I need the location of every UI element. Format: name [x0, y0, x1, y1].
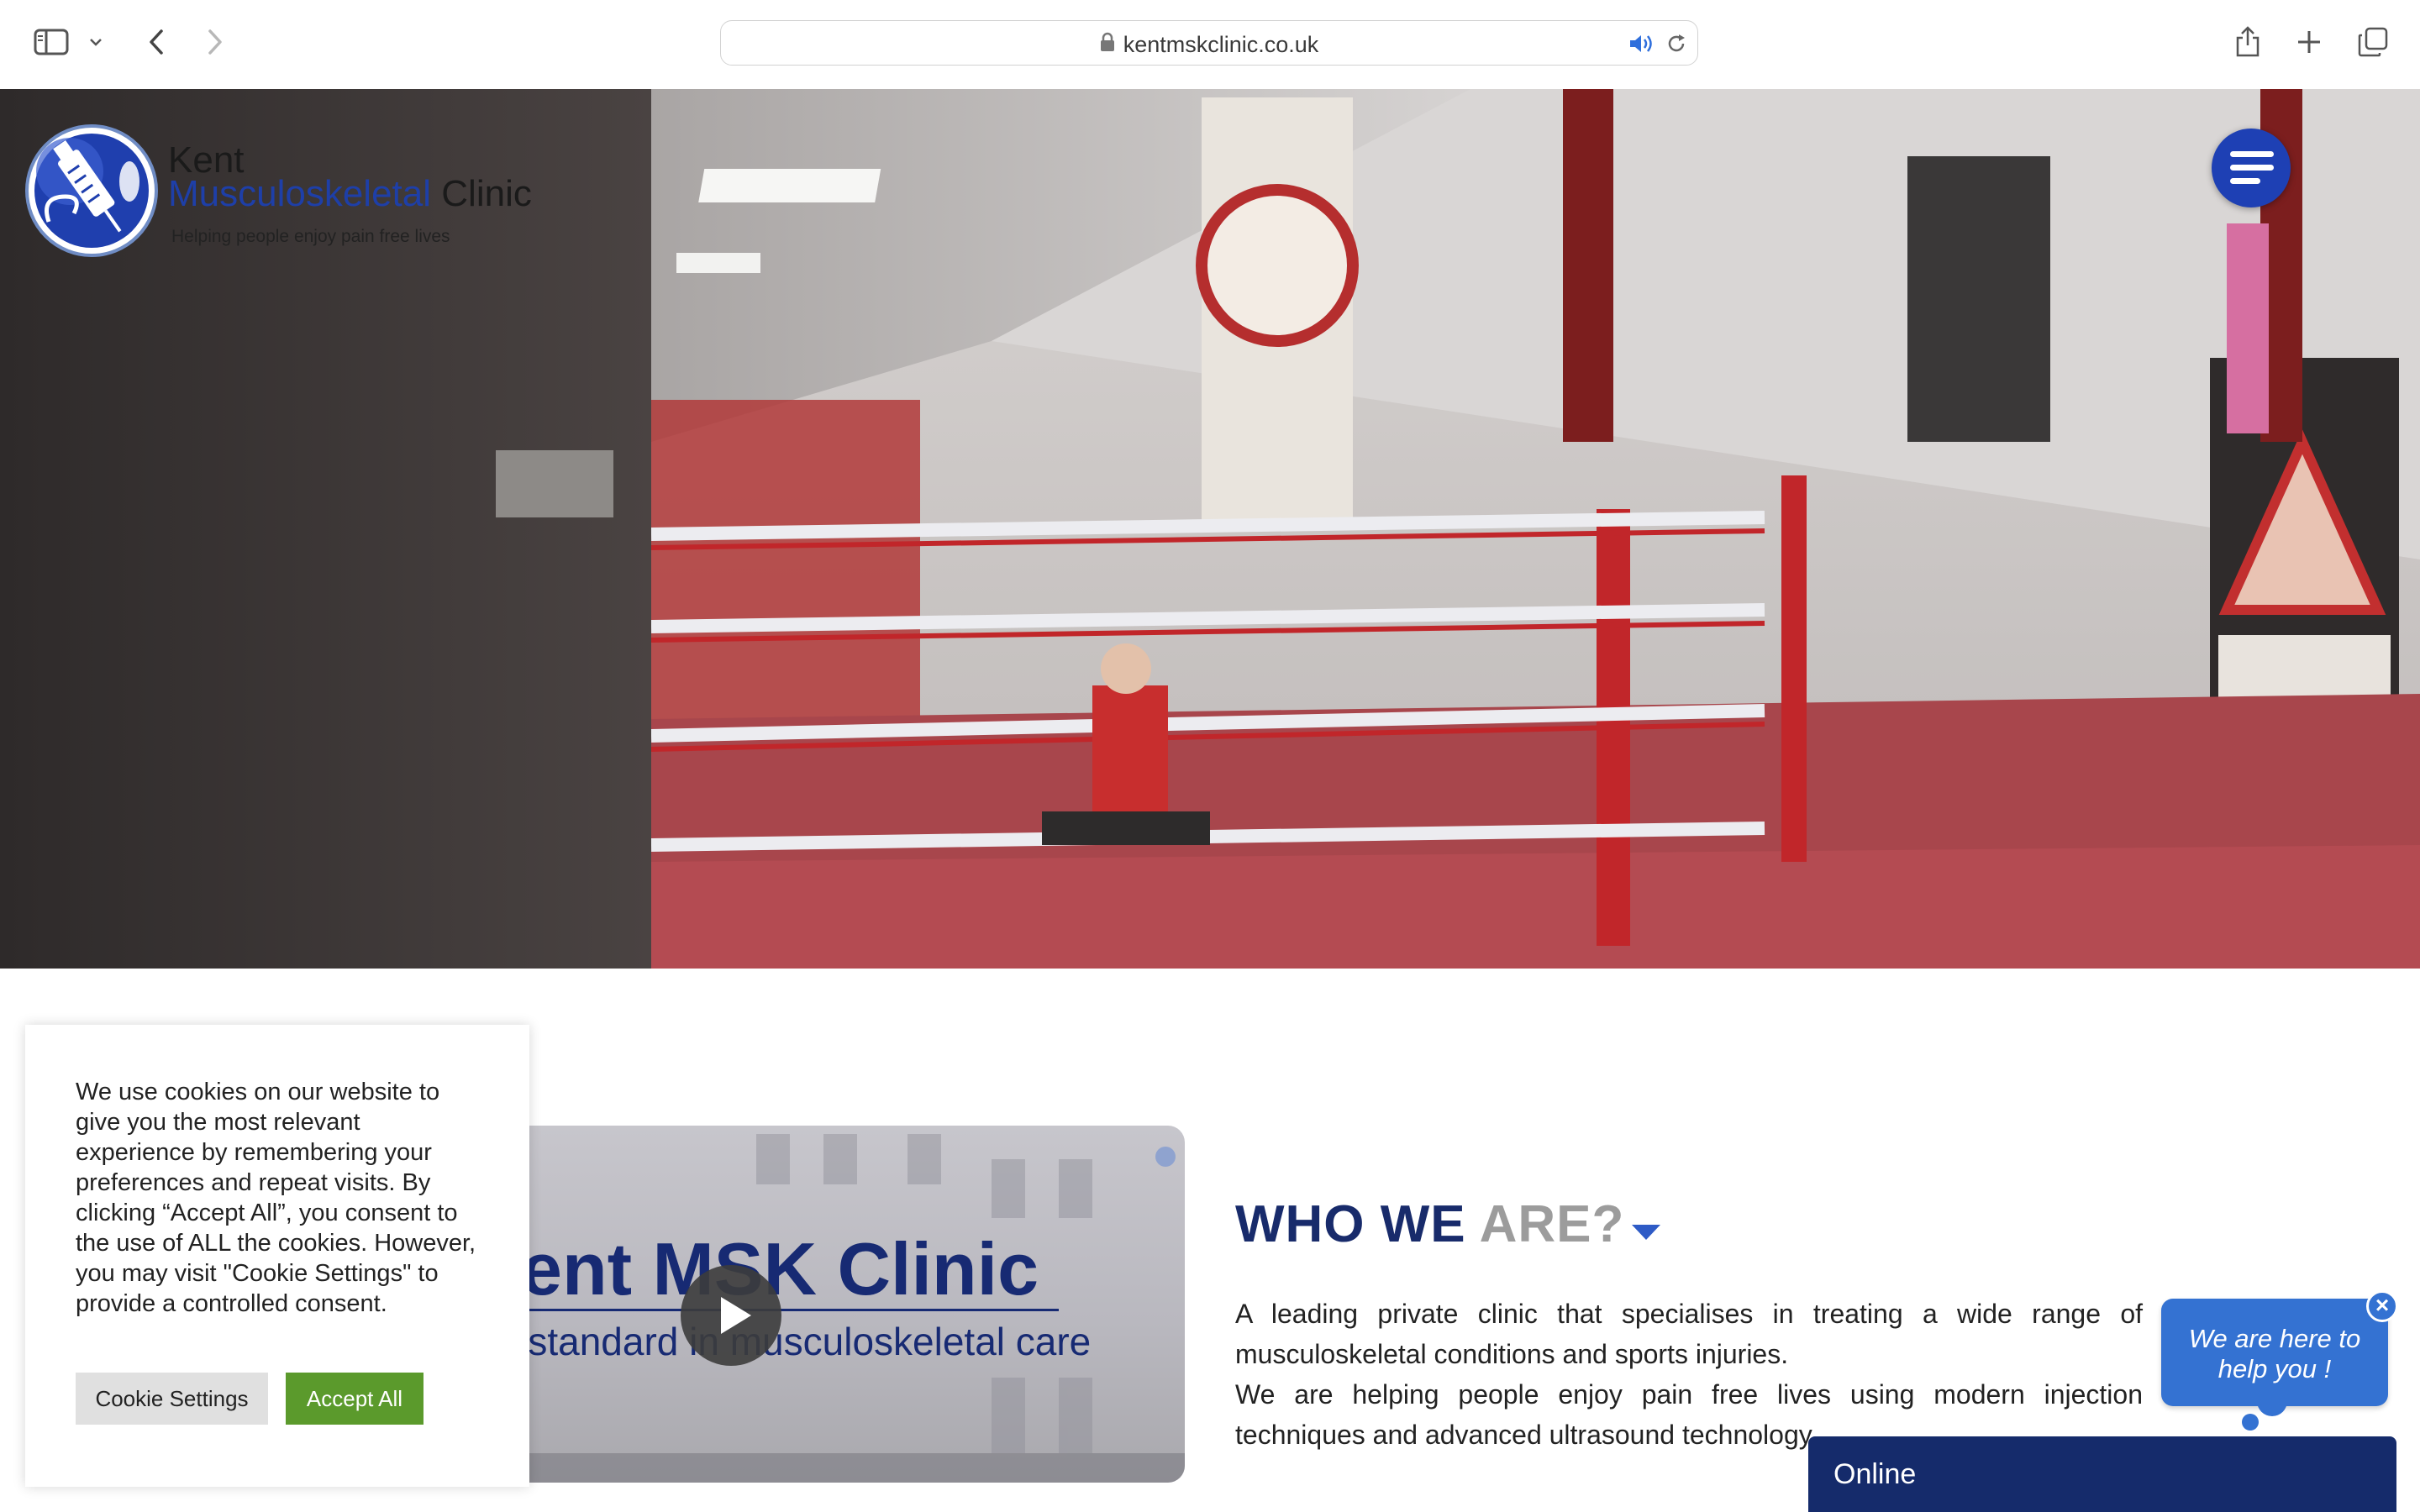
lock-icon — [1100, 23, 1115, 66]
back-icon[interactable] — [139, 24, 173, 60]
site-logo[interactable]: Kent Musculoskeletal Clinic Helping peop… — [24, 123, 595, 257]
menu-bar — [2230, 178, 2260, 184]
video-title-rule — [521, 1309, 1059, 1311]
logo-text-musculoskeletal-clinic: Musculoskeletal Clinic — [168, 173, 532, 215]
url-text[interactable]: kentmskclinic.co.uk — [721, 21, 1697, 66]
chat-bubble-tail-dot-small — [2242, 1414, 2259, 1431]
url-label: kentmskclinic.co.uk — [1123, 31, 1319, 57]
play-icon — [721, 1297, 751, 1334]
new-tab-icon[interactable] — [2292, 25, 2326, 59]
video-subtitle: e standard in musculoskeletal care — [496, 1320, 1092, 1363]
forward-icon[interactable] — [198, 24, 232, 60]
chat-status-bar[interactable]: Online — [1808, 1436, 2396, 1512]
cookie-consent-text: We use cookies on our website to give yo… — [76, 1079, 476, 1317]
share-icon[interactable] — [2230, 22, 2265, 60]
chevron-down-icon[interactable] — [84, 30, 108, 54]
play-button[interactable] — [681, 1265, 781, 1366]
logo-tagline: Helping people enjoy pain free lives — [171, 227, 450, 246]
chat-bubble-tail-dot — [2257, 1386, 2287, 1416]
menu-bar — [2230, 151, 2274, 157]
speaker-icon[interactable] — [1628, 33, 1654, 59]
accept-all-button[interactable]: Accept All — [286, 1373, 424, 1425]
hero-section: Kent Musculoskeletal Clinic Helping peop… — [0, 89, 2420, 969]
menu-bar — [2230, 165, 2274, 171]
logo-text-musculoskeletal: Musculoskeletal — [168, 173, 432, 214]
heading-dark-part: WHO WE — [1235, 1195, 1466, 1253]
cookie-consent-banner: We use cookies on our website to give yo… — [25, 1025, 529, 1487]
video-badge-icon — [1155, 1147, 1176, 1167]
who-we-are-heading: WHO WE ARE? — [1235, 1194, 1624, 1254]
address-bar[interactable]: kentmskclinic.co.uk — [720, 20, 1698, 66]
reload-icon[interactable] — [1665, 33, 1687, 59]
syringe-logo-icon — [25, 124, 158, 257]
tabs-overview-icon[interactable] — [2354, 24, 2391, 60]
logo-text-clinic: Clinic — [441, 173, 532, 214]
close-icon[interactable]: × — [2366, 1290, 2398, 1322]
who-we-are-text: A leading private clinic that specialise… — [1235, 1294, 2143, 1455]
cookie-settings-button[interactable]: Cookie Settings — [76, 1373, 268, 1425]
heading-grey-part: ARE? — [1479, 1195, 1625, 1253]
browser-toolbar: kentmskclinic.co.uk — [0, 0, 2420, 90]
caret-down-icon — [1630, 1223, 1662, 1246]
who-paragraph-1: A leading private clinic that specialise… — [1235, 1299, 2143, 1369]
sidebar-icon[interactable] — [32, 25, 71, 59]
hamburger-menu-button[interactable] — [2212, 129, 2291, 207]
